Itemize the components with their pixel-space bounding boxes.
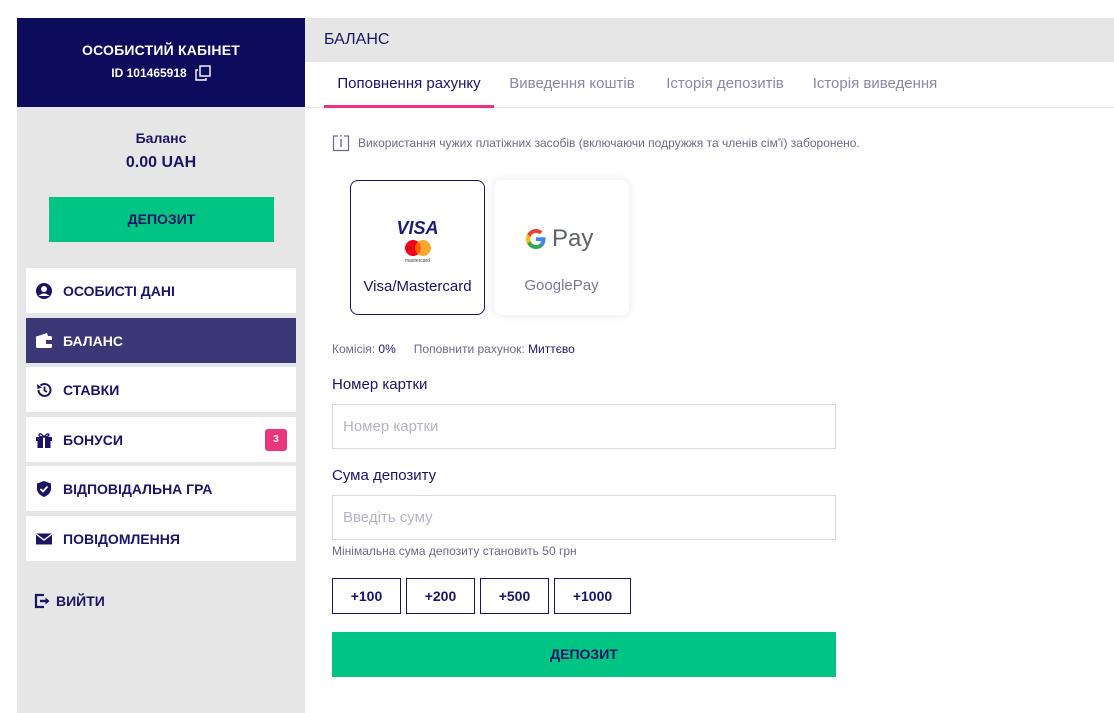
min-deposit-hint: Мінімальна сума депозиту становить 50 гр… [332, 544, 577, 558]
bonus-count-badge: 3 [265, 429, 287, 451]
shield-icon [35, 480, 53, 498]
payment-method-label: Visa/Mastercard [363, 278, 472, 295]
user-icon [35, 282, 53, 300]
history-icon [35, 381, 53, 399]
quick-amount-100-button[interactable]: +100 [332, 578, 401, 614]
deposit-submit-button[interactable]: ДЕПОЗИТ [332, 632, 836, 677]
sidebar-item-bets[interactable]: СТАВКИ [26, 367, 296, 412]
commission-info: Комісія: 0% [332, 342, 396, 356]
tab-withdrawal-history[interactable]: Історія виведення [810, 62, 940, 108]
sidebar-deposit-button[interactable]: ДЕПОЗИТ [49, 197, 274, 242]
sidebar-item-label: СТАВКИ [63, 381, 120, 398]
quick-amount-500-button[interactable]: +500 [480, 578, 549, 614]
info-icon [332, 134, 350, 152]
sidebar: ОСОБИСТИЙ КАБІНЕТ ID 101465918 Баланс 0.… [17, 18, 305, 713]
topup-speed-info: Поповнити рахунок: Миттєво [414, 342, 575, 356]
payment-method-googlepay[interactable]: Pay GooglePay [494, 180, 629, 315]
sidebar-item-label: ВІДПОВІДАЛЬНА ГРА [63, 480, 213, 497]
sidebar-item-personal-data[interactable]: ОСОБИСТІ ДАНІ [26, 268, 296, 313]
deposit-amount-label: Сума депозиту [332, 467, 437, 484]
tab-deposit-history[interactable]: Історія депозитів [662, 62, 788, 108]
google-pay-text: Pay [552, 225, 594, 252]
visa-logo: VISA [396, 218, 439, 238]
tab-topup[interactable]: Поповнення рахунку [324, 62, 494, 108]
google-pay-logo: Pay [524, 224, 593, 254]
info-text: Використання чужих платіжних засобів (вк… [358, 136, 860, 150]
sidebar-item-label: ОСОБИСТІ ДАНІ [63, 282, 175, 299]
topup-label: Поповнити рахунок: [413, 342, 525, 356]
sidebar-item-label: БОНУСИ [63, 431, 123, 448]
google-g-icon [524, 227, 548, 251]
commission-value: 0% [378, 342, 396, 356]
mastercard-wordmark: mastercard [404, 258, 430, 264]
sidebar-item-balance[interactable]: БАЛАНС [26, 318, 296, 363]
tab-bar: Поповнення рахунку Виведення коштів Істо… [305, 62, 1114, 108]
balance-value: 0.00 UAH [125, 154, 197, 171]
sidebar-header: ОСОБИСТИЙ КАБІНЕТ ID 101465918 [17, 18, 305, 107]
page-title: БАЛАНС [324, 31, 390, 48]
logout-icon [34, 592, 52, 610]
sidebar-item-messages[interactable]: ПОВІДОМЛЕННЯ [26, 516, 296, 561]
wallet-icon [35, 332, 53, 350]
user-id: ID 101465918 [111, 66, 187, 80]
info-notice: Використання чужих платіжних засобів (вк… [332, 134, 860, 152]
balance-label: Баланс [135, 130, 187, 146]
deposit-amount-input[interactable] [332, 495, 836, 540]
sidebar-item-responsible-gaming[interactable]: ВІДПОВІДАЛЬНА ГРА [26, 466, 296, 511]
copy-icon[interactable] [195, 65, 211, 81]
logout-label: ВИЙТИ [56, 593, 105, 609]
logout-button[interactable]: ВИЙТИ [34, 592, 105, 610]
user-id-row: ID 101465918 [17, 65, 305, 81]
sidebar-item-bonuses[interactable]: БОНУСИ 3 [26, 417, 296, 462]
topup-value: Миттєво [528, 342, 575, 356]
top-strip [0, 0, 1114, 18]
deposit-meta: Комісія: 0% Поповнити рахунок: Миттєво [332, 342, 575, 356]
main-header: БАЛАНС [305, 18, 1114, 62]
quick-amount-200-button[interactable]: +200 [406, 578, 475, 614]
cabinet-title: ОСОБИСТИЙ КАБІНЕТ [81, 42, 240, 58]
payment-method-label: GooglePay [524, 277, 599, 294]
card-number-label: Номер картки [332, 376, 428, 393]
sidebar-item-label: БАЛАНС [63, 332, 123, 349]
payment-method-visa-mastercard[interactable]: VISA mastercard Visa/Mastercard [350, 180, 485, 315]
gift-icon [35, 431, 53, 449]
mastercard-icon [401, 238, 435, 258]
card-number-input[interactable] [332, 404, 836, 449]
commission-label: Комісія: [332, 342, 376, 356]
quick-amount-1000-button[interactable]: +1000 [554, 578, 631, 614]
sidebar-item-label: ПОВІДОМЛЕННЯ [63, 530, 180, 547]
tab-withdrawal[interactable]: Виведення коштів [504, 62, 640, 108]
envelope-icon [35, 530, 53, 548]
